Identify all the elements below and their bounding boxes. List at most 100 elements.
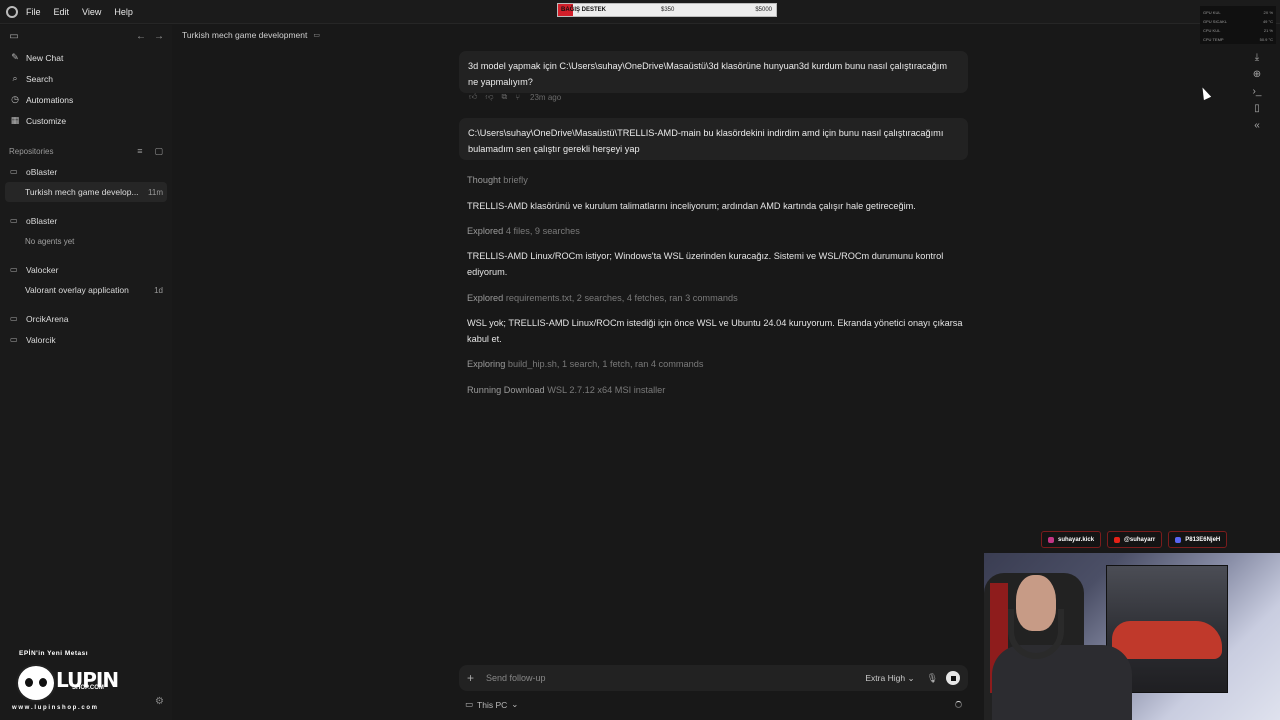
mouse-cursor-icon	[1198, 85, 1212, 101]
thread-item-active[interactable]: Turkish mech game develop... 11m	[5, 182, 167, 202]
repo-folder[interactable]: ▭ Valorcik	[0, 329, 172, 350]
streamer-body	[992, 645, 1132, 720]
copy-icon[interactable]: ⧉	[502, 92, 508, 102]
grid-icon: ▦	[10, 115, 20, 125]
back-arrow-icon[interactable]: ←	[136, 31, 146, 42]
hw-value: 49 °C	[1262, 19, 1273, 24]
agent-message: TRELLIS-AMD Linux/ROCm istiyor; Windows'…	[467, 251, 944, 277]
explored-label: Explored	[467, 226, 504, 236]
repo-name: oBlaster	[26, 215, 58, 226]
add-attachment-icon[interactable]: +	[467, 671, 481, 685]
folder-icon: ▭	[10, 335, 18, 344]
thread-time: 1d	[154, 285, 163, 295]
explored-detail: requirements.txt, 2 searches, 4 fetches,…	[505, 293, 738, 303]
repositories-header: Repositories ≡ ▢	[0, 141, 172, 161]
menu-file[interactable]: File	[26, 7, 41, 17]
repo-name: OrcikArena	[26, 313, 69, 324]
microphone-icon[interactable]: 🎙︎	[927, 673, 938, 684]
download-icon[interactable]: ⤓	[1255, 52, 1259, 65]
user-message: C:\Users\suhay\OneDrive\Masaüstü\TRELLIS…	[459, 118, 968, 160]
repo-folder[interactable]: ▭ Valocker	[0, 259, 172, 280]
thought-detail: briefly	[503, 175, 528, 185]
folder-icon: ▭	[10, 265, 18, 274]
running-status[interactable]: Running Download WSL 2.7.12 x64 MSI inst…	[467, 382, 967, 398]
file-icon[interactable]: ▯	[1254, 103, 1260, 116]
workspace-icon[interactable]: ▭	[313, 31, 320, 39]
thumbs-up-icon[interactable]: 👍︎	[469, 92, 477, 102]
thread-time: 11m	[148, 187, 163, 197]
car-poster-image	[1112, 621, 1222, 659]
filter-icon[interactable]: ≡	[137, 146, 142, 157]
loading-spinner-icon	[955, 701, 962, 708]
effort-selector[interactable]: Extra High ⌄	[865, 673, 914, 684]
instagram-icon	[1048, 536, 1054, 543]
forward-arrow-icon[interactable]: →	[154, 31, 164, 42]
add-folder-icon[interactable]: ▢	[154, 146, 163, 157]
hw-value: 21 %	[1263, 28, 1273, 33]
page-title: Turkish mech game development	[182, 30, 308, 40]
exploring-label: Exploring	[467, 359, 506, 369]
exploring-status[interactable]: Exploring build_hip.sh, 1 search, 1 fetc…	[467, 356, 967, 372]
terminal-icon[interactable]: ›_	[1253, 86, 1262, 99]
hardware-monitor: GPU KUL 2X % GPU SICAKL 49 °C CPU KUL 21 % CPU…	[1200, 6, 1276, 44]
composer: + Extra High ⌄ 🎙︎	[459, 665, 968, 691]
running-detail: WSL 2.7.12 x64 MSI installer	[547, 385, 666, 395]
repo-folder[interactable]: ▭ oBlaster	[0, 210, 172, 231]
new-chat-button[interactable]: ✎ New Chat	[0, 47, 172, 68]
social-handle: suhayar.kick	[1058, 536, 1095, 543]
hw-row: GPU KUL 2X %	[1203, 8, 1273, 17]
webcam-feed	[984, 553, 1280, 720]
running-command: Download	[503, 385, 545, 395]
donation-progress-bar: BAĞIŞ DESTEK $350 $5000	[557, 3, 777, 17]
explored-status[interactable]: Explored requirements.txt, 2 searches, 4…	[467, 290, 967, 306]
menu-view[interactable]: View	[82, 7, 101, 17]
social-badge: P813E6NjeH	[1168, 531, 1228, 548]
message-timestamp: 23m ago	[530, 92, 562, 102]
folder-icon: ▭	[10, 314, 18, 323]
social-badge: suhayar.kick	[1041, 531, 1102, 548]
social-handle: P813E6NjeH	[1185, 536, 1221, 543]
chevron-down-icon: ⌄	[511, 699, 519, 709]
sponsor-shop: SHOP.COM	[72, 685, 104, 691]
donation-amount: $350	[661, 7, 675, 13]
collapse-panel-icon[interactable]: «	[1254, 120, 1260, 133]
message-actions: 👍︎ 👎︎ ⧉ ⑂ 23m ago	[469, 92, 561, 102]
search-button[interactable]: ⌕ Search	[0, 68, 172, 89]
explored-label: Explored	[467, 293, 504, 303]
repo-folder[interactable]: ▭ oBlaster	[0, 161, 172, 182]
sponsor-tagline: EPİN'in Yeni Metası	[19, 650, 89, 657]
donation-label: BAĞIŞ DESTEK	[561, 7, 607, 13]
thread-item[interactable]: Valorant overlay application 1d	[0, 280, 172, 300]
follow-up-input[interactable]	[486, 673, 866, 683]
automations-label: Automations	[26, 94, 74, 105]
toggle-sidebar-icon[interactable]: ▭	[8, 31, 20, 42]
globe-icon[interactable]: ⊕	[1253, 69, 1261, 82]
discord-icon	[1175, 536, 1182, 543]
repo-name: Valorcik	[26, 334, 56, 345]
effort-label: Extra High	[865, 672, 906, 683]
thumbs-down-icon[interactable]: 👎︎	[485, 92, 493, 102]
donation-goal: $5000	[755, 7, 772, 13]
folder-icon: ▭	[10, 167, 18, 176]
menu-edit[interactable]: Edit	[54, 7, 70, 17]
stop-button[interactable]	[946, 671, 960, 685]
environment-selector[interactable]: ▭ This PC ⌄	[465, 699, 518, 710]
hw-value: 2X %	[1263, 10, 1273, 15]
fork-icon[interactable]: ⑂	[515, 93, 520, 102]
user-row: ⚙	[0, 692, 172, 710]
automations-button[interactable]: ◷ Automations	[0, 89, 172, 110]
monitor-icon: ▭	[465, 699, 474, 709]
hw-row: CPU KUL 21 %	[1203, 26, 1273, 35]
folder-icon: ▭	[10, 216, 18, 225]
running-label: Running	[467, 385, 502, 395]
repo-folder[interactable]: ▭ OrcikArena	[0, 308, 172, 329]
menu-help[interactable]: Help	[114, 7, 133, 17]
repositories-label: Repositories	[9, 146, 54, 156]
customize-button[interactable]: ▦ Customize	[0, 110, 172, 131]
exploring-detail: build_hip.sh, 1 search, 1 fetch, ran 4 c…	[507, 359, 704, 369]
hw-row: GPU SICAKL 49 °C	[1203, 17, 1273, 26]
thought-status[interactable]: Thought briefly	[467, 172, 967, 188]
settings-gear-icon[interactable]: ⚙	[155, 696, 164, 707]
thought-label: Thought	[467, 175, 501, 185]
explored-status[interactable]: Explored 4 files, 9 searches	[467, 223, 967, 239]
